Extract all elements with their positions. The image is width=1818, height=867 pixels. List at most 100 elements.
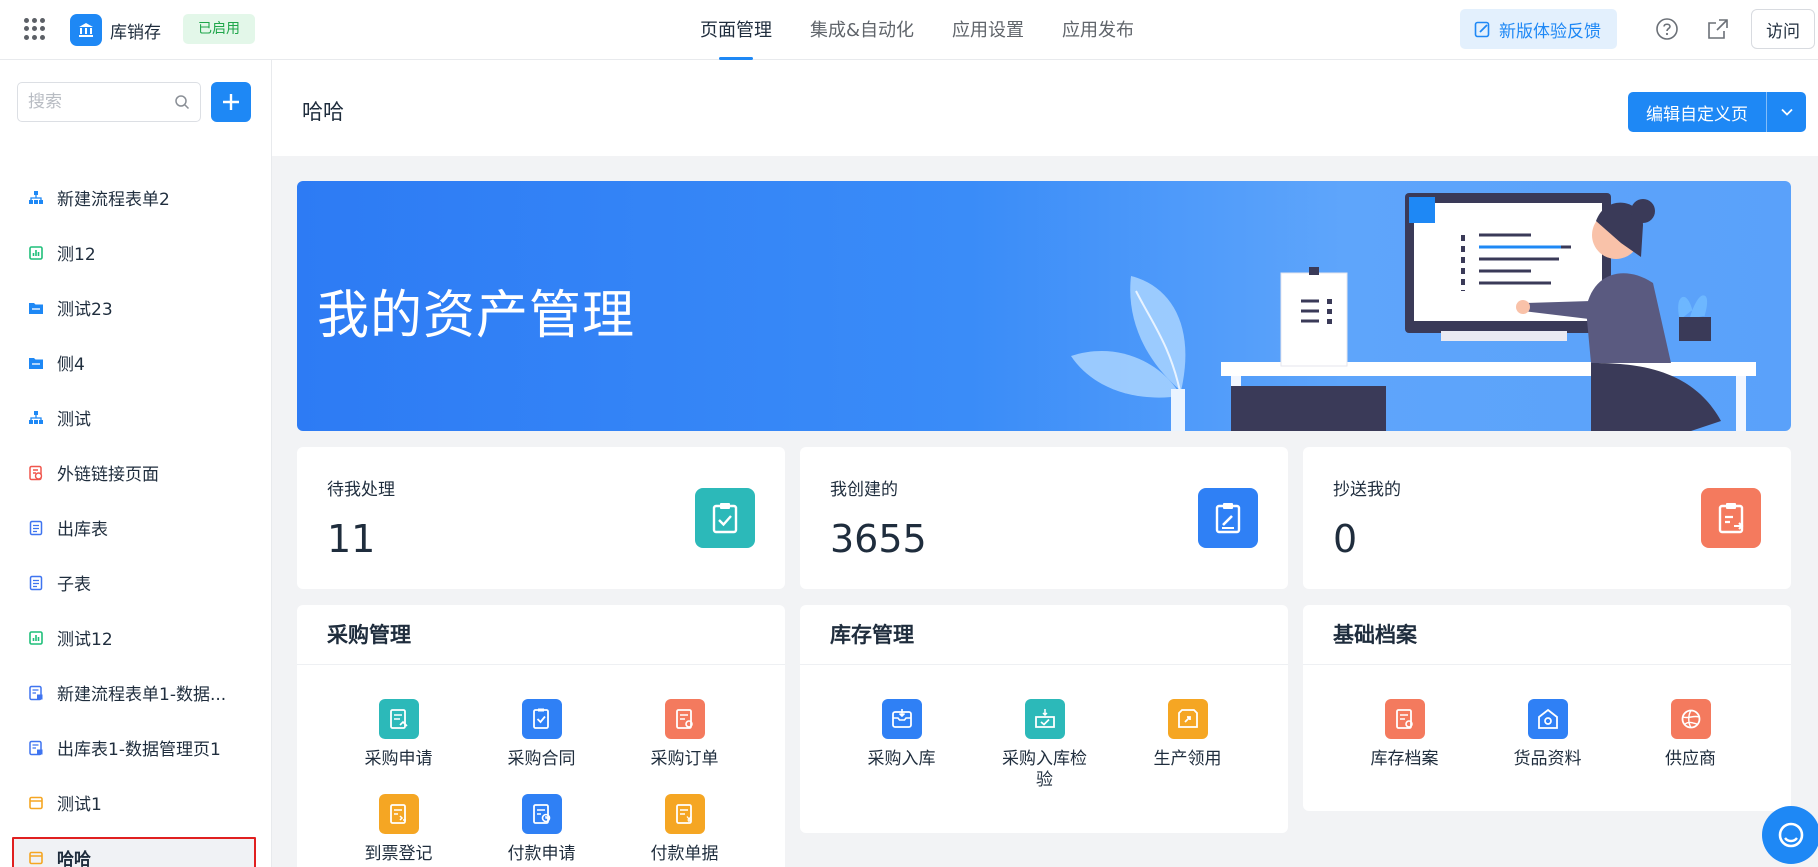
office-illustration	[1071, 193, 1756, 431]
tab-integration[interactable]: 集成&自动化	[810, 0, 914, 60]
feedback-label: 新版体验反馈	[1499, 21, 1601, 42]
stat-card-pending[interactable]: 待我处理 11	[297, 447, 785, 589]
sidebar-item[interactable]: 测试23	[0, 280, 272, 335]
app-grid-icon[interactable]	[24, 18, 46, 40]
sidebar-item-label: 测试1	[57, 795, 102, 815]
flow-icon	[28, 410, 44, 426]
sidebar-item[interactable]: 哈哈	[0, 830, 272, 867]
shortcut-item[interactable]: 采购入库检验	[973, 699, 1116, 794]
link-page-icon	[28, 465, 44, 481]
sidebar-item-label: 侧4	[57, 355, 85, 375]
section-grid: 采购申请 采购合同 采购订单到票登记 付款申请 付款单据	[297, 665, 785, 867]
app-name: 库销存	[110, 23, 161, 43]
page-list: 新建流程表单2 测12 测试23 侧4 测试外链链接页面 出库表子表测试12 新建流程表单1…	[0, 170, 272, 867]
shortcut-item[interactable]: 付款单据	[613, 794, 756, 867]
shortcut-label: 付款单据	[650, 844, 719, 864]
sidebar-item[interactable]: 测试12	[0, 610, 272, 665]
customer-service-icon[interactable]	[1762, 806, 1818, 864]
invoice-icon	[378, 794, 419, 834]
bank-icon	[70, 14, 102, 46]
goods-icon	[1527, 699, 1568, 739]
shortcut-label: 采购申请	[364, 749, 433, 769]
visit-button[interactable]: 访问	[1751, 9, 1815, 49]
order-icon	[664, 699, 705, 739]
payment-apply-icon	[521, 794, 562, 834]
sidebar-item[interactable]: 出库表1-数据管理页1	[0, 720, 272, 775]
add-page-button[interactable]	[211, 82, 251, 122]
help-icon[interactable]	[1654, 16, 1680, 42]
search-input[interactable]	[18, 83, 168, 121]
shortcut-item[interactable]: 库存档案	[1333, 699, 1476, 794]
shortcut-item[interactable]: 采购订单	[613, 699, 756, 794]
section-title: 采购管理	[297, 605, 785, 665]
section-inventory: 库存管理 采购入库 采购入库检验 生产领用	[800, 605, 1288, 833]
contract-icon	[521, 699, 562, 739]
top-bar: 库销存 已启用 页面管理 集成&自动化 应用设置 应用发布 新版体验反馈 访问	[0, 0, 1818, 60]
section-title: 库存管理	[800, 605, 1288, 665]
shortcut-item[interactable]: 货品资料	[1476, 699, 1619, 794]
shortcut-item[interactable]: 采购申请	[327, 699, 470, 794]
stat-value: 3655	[830, 517, 927, 561]
stat-card-created[interactable]: 我创建的 3655	[800, 447, 1288, 589]
flow-icon	[28, 190, 44, 206]
custom-page-icon	[28, 850, 44, 866]
sidebar-item-label: 出库表	[57, 520, 108, 540]
section-basic-archive: 基础档案 库存档案 货品资料 供应商	[1303, 605, 1791, 811]
supplier-icon	[1670, 699, 1711, 739]
data-page-icon	[28, 740, 44, 756]
stat-label: 待我处理	[327, 480, 395, 500]
cc-doc-icon	[1701, 488, 1761, 548]
sidebar-item[interactable]: 外链链接页面	[0, 445, 272, 500]
feedback-button[interactable]: 新版体验反馈	[1460, 9, 1617, 49]
search-icon	[175, 95, 190, 110]
stat-card-cc[interactable]: 抄送我的 0	[1303, 447, 1791, 589]
tab-page-management[interactable]: 页面管理	[700, 0, 772, 60]
data-page-icon	[28, 685, 44, 701]
shortcut-item[interactable]: 到票登记	[327, 794, 470, 867]
sidebar-item[interactable]: 新建流程表单1-数据...	[0, 665, 272, 720]
sidebar: 新建流程表单2 测12 测试23 侧4 测试外链链接页面出库表子表测试12 新建流程表单1…	[0, 60, 272, 867]
open-external-icon[interactable]	[1705, 16, 1731, 42]
page-header: 哈哈 编辑自定义页	[272, 60, 1818, 156]
shortcut-item[interactable]: 生产领用	[1116, 699, 1259, 794]
sidebar-item[interactable]: 测试1	[0, 775, 272, 830]
chevron-down-icon[interactable]	[1766, 92, 1806, 132]
sidebar-item-label: 出库表1-数据管理页1	[57, 740, 221, 760]
sidebar-item-label: 新建流程表单1-数据...	[57, 685, 227, 705]
banner: 我的资产管理	[297, 181, 1791, 431]
section-grid: 采购入库 采购入库检验 生产领用	[800, 665, 1288, 794]
shortcut-item[interactable]: 供应商	[1619, 699, 1762, 794]
shortcut-item[interactable]: 采购合同	[470, 699, 613, 794]
search-field[interactable]	[17, 82, 201, 122]
sidebar-item-label: 测试23	[57, 300, 113, 320]
tab-app-publish[interactable]: 应用发布	[1062, 0, 1134, 60]
report-icon	[28, 630, 44, 646]
page-title: 哈哈	[302, 100, 344, 124]
tab-app-settings[interactable]: 应用设置	[952, 0, 1024, 60]
shortcut-item[interactable]: 采购入库	[830, 699, 973, 794]
section-purchase: 采购管理 采购申请 采购合同 采购订单到票登记 付款申请 付款单据	[297, 605, 785, 867]
custom-page-icon	[28, 795, 44, 811]
folder-icon	[28, 300, 44, 316]
stat-label: 我创建的	[830, 480, 898, 500]
shortcut-item[interactable]: 付款申请	[470, 794, 613, 867]
sidebar-item[interactable]: 测试	[0, 390, 272, 445]
shortcut-label: 供应商	[1665, 749, 1716, 769]
sidebar-item-label: 哈哈	[57, 850, 91, 867]
sidebar-item-label: 新建流程表单2	[57, 190, 170, 210]
shortcut-label: 采购合同	[507, 749, 576, 769]
sidebar-item-label: 测试	[57, 410, 91, 430]
sidebar-item-label: 外链链接页面	[57, 465, 159, 485]
plus-icon	[223, 94, 239, 110]
sidebar-item[interactable]: 新建流程表单2	[0, 170, 272, 225]
sidebar-item-label: 子表	[57, 575, 91, 595]
sidebar-item[interactable]: 测12	[0, 225, 272, 280]
todo-clipboard-icon	[695, 488, 755, 548]
sidebar-item[interactable]: 出库表	[0, 500, 272, 555]
shortcut-label: 采购入库检验	[1002, 749, 1087, 790]
edit-custom-page-button[interactable]: 编辑自定义页	[1628, 92, 1806, 132]
stat-label: 抄送我的	[1333, 480, 1401, 500]
sidebar-item[interactable]: 侧4	[0, 335, 272, 390]
sidebar-item[interactable]: 子表	[0, 555, 272, 610]
form-icon	[28, 520, 44, 536]
